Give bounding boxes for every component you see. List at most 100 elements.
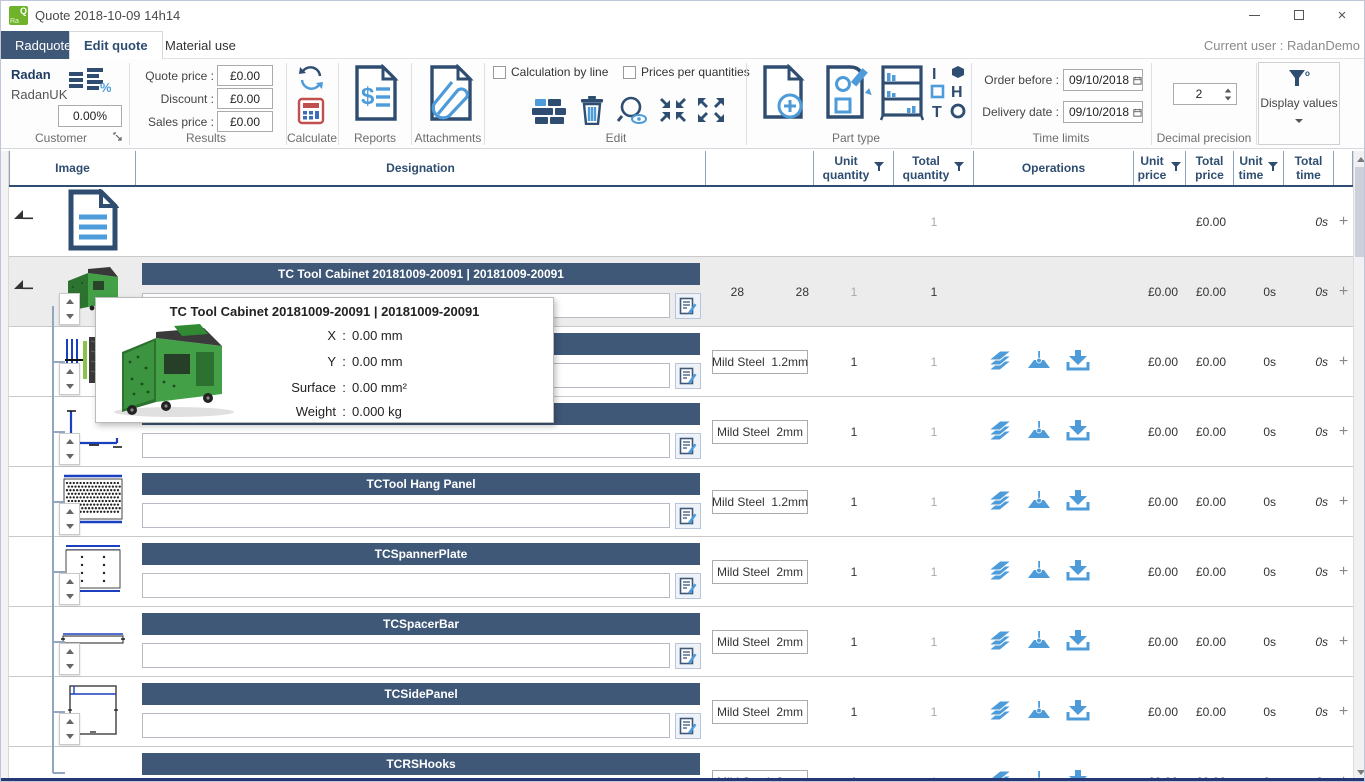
tab-edit-quote[interactable]: Edit quote xyxy=(69,31,163,60)
delivery-date-input[interactable]: 09/10/2018 xyxy=(1063,101,1143,123)
trash-icon[interactable] xyxy=(577,93,607,127)
edit-note-button[interactable] xyxy=(675,643,701,669)
row-expander-icon[interactable] xyxy=(11,205,37,221)
designation-title-bar[interactable]: TCSpannerPlate xyxy=(142,543,700,565)
column-header-unit-price[interactable]: Unitprice xyxy=(1134,151,1186,187)
calculation-by-line-checkbox[interactable]: Calculation by line xyxy=(493,65,608,79)
prices-per-quantities-checkbox[interactable]: Prices per quantities xyxy=(623,65,750,79)
material-selector[interactable]: Mild Steel 2mm xyxy=(712,700,808,724)
decimal-precision-input[interactable]: 2 xyxy=(1173,83,1237,105)
add-operation-button[interactable]: + xyxy=(1334,607,1353,676)
calculator-icon[interactable] xyxy=(294,95,328,127)
designation-title-bar[interactable]: TCRSHooks xyxy=(142,753,700,775)
designation-title-bar[interactable]: TCSpacerBar xyxy=(142,613,700,635)
bricks-icon[interactable] xyxy=(529,95,569,127)
tab-material-use[interactable]: Material use xyxy=(151,31,250,59)
scroll-down-icon[interactable] xyxy=(1354,765,1365,779)
sales-price-input[interactable]: £0.00 xyxy=(217,111,273,132)
shelf-icon[interactable] xyxy=(877,61,927,125)
column-header-designation[interactable]: Designation xyxy=(136,151,706,187)
filter-icon[interactable] xyxy=(954,162,964,172)
operation-unload-icon[interactable] xyxy=(1066,489,1090,514)
column-header-unit-quantity[interactable]: Unitquantity xyxy=(814,151,894,187)
edit-note-button[interactable] xyxy=(675,433,701,459)
column-header-image[interactable]: Image xyxy=(9,151,136,187)
add-operation-button[interactable]: + xyxy=(1334,397,1353,466)
decimal-precision-spinner[interactable] xyxy=(1224,88,1236,101)
edit-note-button[interactable] xyxy=(675,363,701,389)
discount-input[interactable]: £0.00 xyxy=(217,88,273,109)
attachments-icon[interactable] xyxy=(421,61,477,125)
grid-row-part[interactable]: TCSidePanelMild Steel 2mm11£0.00£0.000s0… xyxy=(9,677,1353,747)
maximize-button[interactable] xyxy=(1279,1,1319,29)
operation-sheets-icon[interactable] xyxy=(988,699,1012,724)
grid-row-part[interactable]: TCTool Hang PanelMild Steel 1.2mm11£0.00… xyxy=(9,467,1353,537)
customer-dialog-launcher-icon[interactable] xyxy=(111,130,123,142)
edit-note-button[interactable] xyxy=(675,713,701,739)
material-selector[interactable]: Mild Steel 1.2mm xyxy=(712,490,808,514)
calendar-icon[interactable] xyxy=(1133,107,1142,118)
material-selector[interactable]: Mild Steel 2mm xyxy=(712,560,808,584)
order-before-input[interactable]: 09/10/2018 xyxy=(1063,69,1143,91)
operation-unload-icon[interactable] xyxy=(1066,349,1090,374)
operation-unload-icon[interactable] xyxy=(1066,559,1090,584)
designation-title-bar[interactable]: TCSidePanel xyxy=(142,683,700,705)
operation-sheets-icon[interactable] xyxy=(988,419,1012,444)
add-operation-button[interactable]: + xyxy=(1334,467,1353,536)
quote-document-thumbnail[interactable] xyxy=(55,189,131,251)
new-part-icon[interactable] xyxy=(757,61,811,125)
filter-icon[interactable] xyxy=(874,162,884,172)
reports-icon[interactable]: $ xyxy=(349,61,401,125)
scroll-up-icon[interactable] xyxy=(1354,152,1365,166)
scrollbar-thumb[interactable] xyxy=(1355,167,1365,257)
minimize-button[interactable] xyxy=(1234,1,1274,29)
operation-bend-icon[interactable] xyxy=(1026,559,1052,584)
edit-note-button[interactable] xyxy=(675,293,701,319)
column-header-total-price[interactable]: Totalprice xyxy=(1186,151,1234,187)
expand-arrows-icon[interactable] xyxy=(695,95,727,125)
column-header-add[interactable] xyxy=(1334,151,1353,187)
column-header-operations[interactable]: Operations xyxy=(974,151,1134,187)
grid-row-quote[interactable]: 1£0.000s+ xyxy=(9,187,1353,257)
column-header-total-time[interactable]: Totaltime xyxy=(1284,151,1334,187)
column-header-aux[interactable] xyxy=(706,151,814,187)
operation-sheets-icon[interactable] xyxy=(988,489,1012,514)
close-button[interactable]: × xyxy=(1322,1,1362,29)
grid-row-part[interactable]: TCRSHooksMild Steel 2mm11£0.00£0.000s0s+ xyxy=(9,747,1353,780)
operation-sheets-icon[interactable] xyxy=(988,559,1012,584)
add-operation-button[interactable]: + xyxy=(1334,747,1353,780)
recalculate-icon[interactable] xyxy=(294,62,328,94)
shapes-icon[interactable]: I H T xyxy=(929,61,969,125)
operation-bend-icon[interactable] xyxy=(1026,489,1052,514)
collapse-arrows-icon[interactable] xyxy=(657,95,689,125)
customer-rates-icon[interactable]: % xyxy=(63,63,115,99)
grid-row-part[interactable]: TCSpannerPlateMild Steel 2mm11£0.00£0.00… xyxy=(9,537,1353,607)
operation-bend-icon[interactable] xyxy=(1026,419,1052,444)
calendar-icon[interactable] xyxy=(1133,75,1142,86)
add-operation-button[interactable]: + xyxy=(1334,537,1353,606)
operation-unload-icon[interactable] xyxy=(1066,629,1090,654)
edit-note-button[interactable] xyxy=(675,503,701,529)
filter-icon[interactable] xyxy=(1171,162,1181,172)
designation-input[interactable] xyxy=(142,713,670,738)
add-operation-button[interactable]: + xyxy=(1334,257,1353,326)
operation-bend-icon[interactable] xyxy=(1026,629,1052,654)
customer-discount-input[interactable]: 0.00% xyxy=(58,105,122,127)
vertical-scrollbar[interactable] xyxy=(1353,151,1365,780)
designation-input[interactable] xyxy=(142,433,670,458)
designation-title-bar[interactable]: TCTool Hang Panel xyxy=(142,473,700,495)
designation-input[interactable] xyxy=(142,573,670,598)
search-eye-icon[interactable] xyxy=(615,93,651,127)
add-operation-button[interactable]: + xyxy=(1334,327,1353,396)
display-values-button[interactable]: o Display values xyxy=(1258,62,1340,145)
material-selector[interactable]: Mild Steel 2mm xyxy=(712,630,808,654)
quote-price-input[interactable]: £0.00 xyxy=(217,65,273,86)
checkbox-box[interactable] xyxy=(623,66,636,79)
checkbox-box[interactable] xyxy=(493,66,506,79)
grid-row-part[interactable]: TCSpacerBarMild Steel 2mm11£0.00£0.000s0… xyxy=(9,607,1353,677)
operation-unload-icon[interactable] xyxy=(1066,419,1090,444)
operation-bend-icon[interactable] xyxy=(1026,349,1052,374)
filter-icon[interactable] xyxy=(1268,162,1278,172)
material-selector[interactable]: Mild Steel 2mm xyxy=(712,420,808,444)
column-header-total-quantity[interactable]: Totalquantity xyxy=(894,151,974,187)
